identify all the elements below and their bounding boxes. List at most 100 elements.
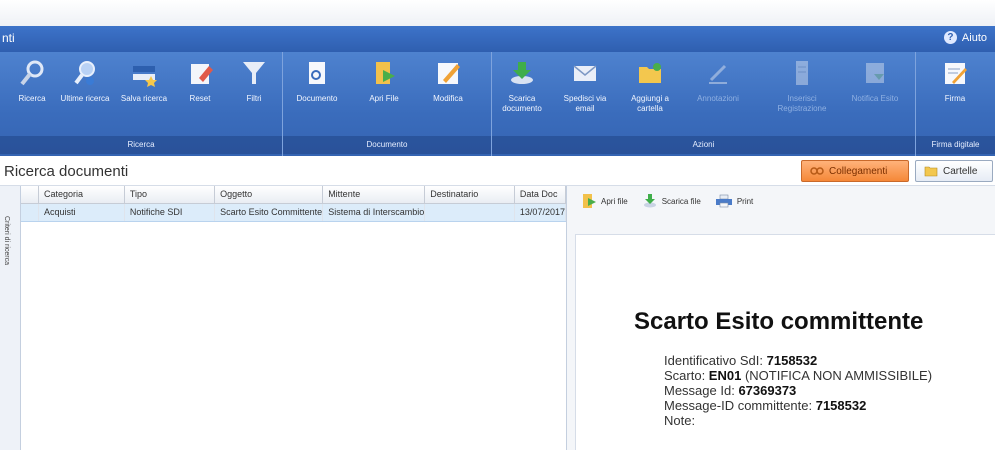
cell-destinatario <box>424 203 515 222</box>
column-header-oggetto[interactable]: Oggetto <box>214 186 324 204</box>
annotation-icon <box>709 64 727 84</box>
download-icon <box>643 194 656 208</box>
modifica-button[interactable]: Modifica <box>420 58 476 130</box>
filtri-button[interactable]: Filtri <box>226 58 282 130</box>
documento-label: Documento <box>296 94 338 103</box>
apri-file-toolbar-button[interactable]: Apri file <box>581 193 628 209</box>
preview-toolbar: Apri file Scarica file Print <box>567 186 995 216</box>
modifica-label: Modifica <box>433 94 463 103</box>
filtri-label: Filtri <box>246 94 262 103</box>
detail-sdi: Identificativo SdI: 7158532 <box>664 353 932 368</box>
ribbon-group-azioni: Scarica documento Spedisci via email Agg… <box>492 52 916 156</box>
ultime-ricerca-button[interactable]: Ultime ricerca <box>57 58 113 130</box>
inserisci-registrazione-label: Inserisci Registrazione <box>777 94 827 113</box>
annotazioni-label: Annotazioni <box>697 94 739 103</box>
window-top-band <box>0 0 995 26</box>
table-row[interactable]: Acquisti Notifiche SDI Scarto Esito Comm… <box>21 203 567 222</box>
annotazioni-button[interactable]: Annotazioni <box>690 58 746 130</box>
ribbon-group-documento-title: Documento <box>283 136 491 154</box>
ribbon-group-firma: Firma Firma digitale <box>916 52 995 156</box>
notify-icon <box>866 63 884 83</box>
documento-button[interactable]: Documento <box>289 58 345 130</box>
detail-message-id-committente-label: Message-ID committente: <box>664 398 816 413</box>
detail-note: Note: <box>664 413 696 428</box>
search-criteria-label: Criteri di ricerca <box>3 216 10 266</box>
cell-categoria: Acquisti <box>38 203 125 222</box>
ribbon-group-ricerca-title: Ricerca <box>0 136 282 154</box>
firma-button[interactable]: Firma <box>927 58 983 130</box>
document-search-icon <box>309 62 325 84</box>
open-file-icon <box>376 62 395 84</box>
ricerca-button[interactable]: Ricerca <box>4 58 60 130</box>
scarica-documento-button[interactable]: Scarica documento <box>494 58 550 130</box>
scarica-file-toolbar-button[interactable]: Scarica file <box>642 193 701 209</box>
ribbon: Ricerca Ultime ricerca Salva ricerca Res… <box>0 52 995 156</box>
detail-scarto-desc: (NOTIFICA NON AMMISSIBILE) <box>741 368 933 383</box>
firma-label: Firma <box>944 94 966 103</box>
aggiungi-cartella-label: Aggiungi a cartella <box>631 94 669 113</box>
column-header-tipo[interactable]: Tipo <box>124 186 216 204</box>
detail-message-id: Message Id: 67369373 <box>664 383 932 398</box>
tab-collegamenti-label: Collegamenti <box>829 165 888 177</box>
magnifier-icon <box>20 60 44 86</box>
search-criteria-panel[interactable]: Criteri di ricerca <box>0 186 21 450</box>
print-toolbar-button[interactable]: Print <box>715 194 753 208</box>
document-preview-panel: Apri file Scarica file Print Scarto Esit… <box>566 186 995 450</box>
notifica-esito-button[interactable]: Notifica Esito <box>847 58 903 130</box>
edit-pencil-icon <box>438 63 460 84</box>
ribbon-group-azioni-title: Azioni <box>492 136 915 154</box>
signature-icon <box>945 63 967 84</box>
documents-table: Categoria Tipo Oggetto Mittente Destinat… <box>21 186 567 222</box>
save-search-icon <box>133 66 157 87</box>
folder-icon <box>924 166 938 177</box>
detail-sdi-value: 7158532 <box>766 353 818 368</box>
reset-button[interactable]: Reset <box>172 58 228 130</box>
column-header-mittente[interactable]: Mittente <box>322 186 426 204</box>
column-header-categoria[interactable]: Categoria <box>38 186 125 204</box>
ribbon-group-ricerca: Ricerca Ultime ricerca Salva ricerca Res… <box>0 52 283 156</box>
spedisci-email-button[interactable]: Spedisci via email <box>557 58 613 130</box>
row-selector[interactable] <box>21 203 39 222</box>
detail-message-id-committente-value: 7158532 <box>815 398 867 413</box>
cell-oggetto: Scarto Esito Committente <box>214 203 324 222</box>
documents-grid: Categoria Tipo Oggetto Mittente Destinat… <box>21 186 567 450</box>
tab-collegamenti[interactable]: Collegamenti <box>801 160 909 182</box>
column-header-destinatario[interactable]: Destinatario <box>424 186 515 204</box>
page-title: Ricerca documenti <box>4 163 129 180</box>
scarica-file-toolbar-label: Scarica file <box>661 196 701 206</box>
spedisci-email-label: Spedisci via email <box>563 94 607 113</box>
title-bar: nti ? Aiuto <box>0 26 995 52</box>
help-icon: ? <box>943 31 957 44</box>
link-icon <box>810 167 824 175</box>
page-header: Ricerca documenti Collegamenti Cartelle <box>0 156 995 186</box>
detail-message-id-label: Message Id: <box>664 383 739 398</box>
ribbon-group-documento: Documento Apri File Modifica Documento <box>283 52 492 156</box>
print-toolbar-label: Print <box>736 196 754 206</box>
printer-icon <box>715 194 732 208</box>
table-header-row: Categoria Tipo Oggetto Mittente Destinat… <box>21 186 567 204</box>
reset-label: Reset <box>189 94 211 103</box>
tab-cartelle[interactable]: Cartelle <box>915 160 993 182</box>
detail-scarto-code: EN01 <box>708 368 742 383</box>
detail-scarto: Scarto: EN01 (NOTIFICA NON AMMISSIBILE) <box>664 368 932 383</box>
column-header-data-doc[interactable]: Data Doc <box>514 186 567 204</box>
row-selector-header <box>21 186 39 204</box>
document-details: Identificativo SdI: 7158532 Scarto: EN01… <box>664 353 932 428</box>
cell-tipo: Notifiche SDI <box>124 203 216 222</box>
ribbon-group-firma-title: Firma digitale <box>916 136 995 154</box>
document-page: Scarto Esito committente Identificativo … <box>575 234 995 450</box>
salva-ricerca-label: Salva ricerca <box>120 94 168 103</box>
help-label: Aiuto <box>961 31 987 44</box>
inserisci-registrazione-button[interactable]: Inserisci Registrazione <box>774 58 830 130</box>
apri-file-button[interactable]: Apri File <box>356 58 412 130</box>
cell-data-doc: 13/07/2017 <box>514 203 567 222</box>
recent-search-icon <box>74 61 95 85</box>
help-link[interactable]: ? Aiuto <box>943 31 987 44</box>
ultime-ricerca-label: Ultime ricerca <box>60 94 110 103</box>
salva-ricerca-button[interactable]: Salva ricerca <box>116 58 172 130</box>
detail-message-id-committente: Message-ID committente: 7158532 <box>664 398 932 413</box>
download-icon <box>511 62 533 84</box>
ricerca-label: Ricerca <box>18 94 46 103</box>
window-title: nti <box>2 31 15 45</box>
aggiungi-cartella-button[interactable]: Aggiungi a cartella <box>622 58 678 130</box>
